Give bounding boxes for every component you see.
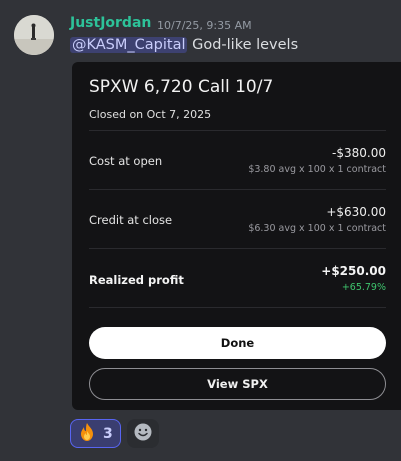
user-mention[interactable]: @KASM_Capital	[70, 37, 188, 53]
divider	[89, 130, 386, 131]
username[interactable]: JustJordan	[70, 15, 151, 31]
row-detail-cost: $3.80 avg x 100 x 1 contract	[248, 164, 386, 175]
fire-icon	[77, 422, 97, 446]
row-label-profit: Realized profit	[89, 273, 184, 287]
done-button[interactable]: Done	[89, 327, 386, 359]
row-detail-credit: $6.30 avg x 100 x 1 contract	[248, 223, 386, 234]
avatar[interactable]	[14, 15, 54, 55]
smiley-icon	[133, 422, 153, 446]
row-detail-profit-percent: +65.79%	[341, 282, 386, 293]
add-reaction-button[interactable]	[127, 419, 159, 448]
reaction-count: 3	[103, 425, 113, 442]
trade-card: SPXW 6,720 Call 10/7 Closed on Oct 7, 20…	[72, 62, 401, 410]
avatar-image	[14, 15, 54, 55]
row-amount-profit: +$250.00	[321, 264, 386, 278]
message-text: God-like levels	[187, 37, 299, 53]
view-spx-button[interactable]: View SPX	[89, 368, 386, 400]
row-label-cost: Cost at open	[89, 154, 163, 168]
row-amount-cost: -$380.00	[332, 146, 386, 160]
row-amount-credit: +$630.00	[326, 205, 386, 219]
divider	[89, 189, 386, 190]
card-title: SPXW 6,720 Call 10/7	[89, 77, 274, 97]
row-label-credit: Credit at close	[89, 213, 173, 227]
message-content: @KASM_Capital God-like levels	[70, 37, 298, 53]
card-subtitle: Closed on Oct 7, 2025	[89, 108, 212, 121]
reaction-fire[interactable]: 3	[70, 419, 121, 448]
divider	[89, 248, 386, 249]
divider	[89, 307, 386, 308]
message-timestamp: 10/7/25, 9:35 AM	[157, 19, 252, 32]
